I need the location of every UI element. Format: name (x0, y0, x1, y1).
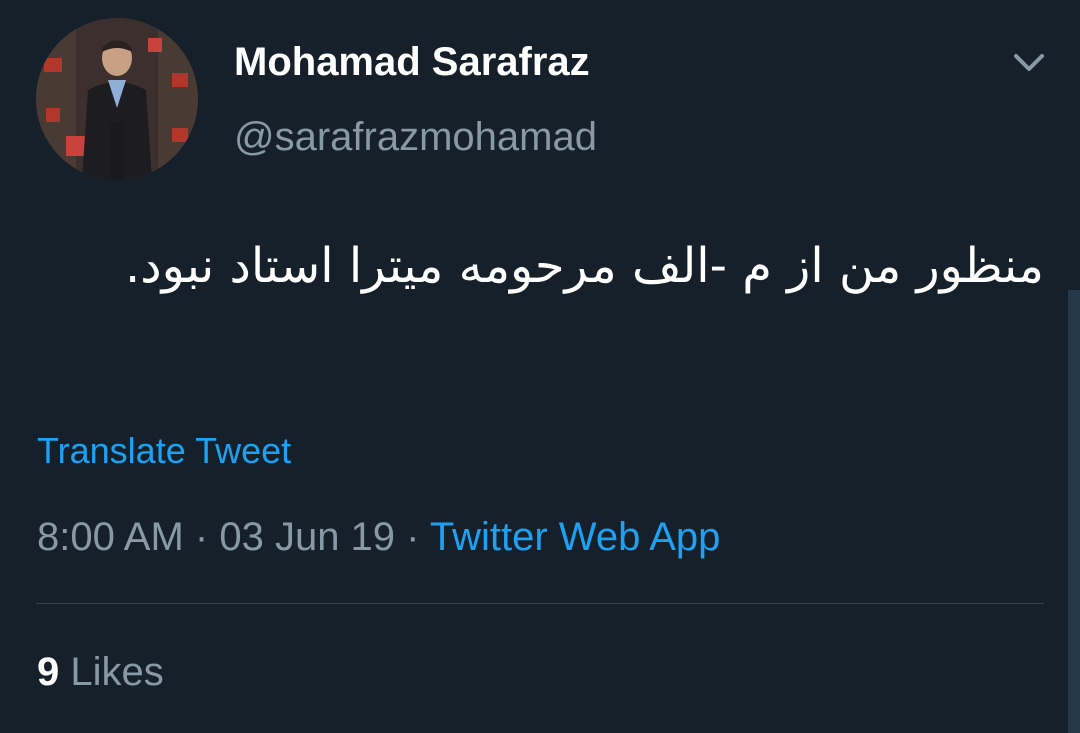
tweet-detail: Mohamad Sarafraz @sarafrazmohamad منظور … (0, 0, 1080, 733)
avatar[interactable] (36, 18, 198, 180)
tweet-text: منظور من از م -الف مرحومه میترا استاد نب… (125, 238, 1044, 294)
avatar-image (36, 18, 198, 180)
likes-count: 9 (37, 650, 60, 694)
meta-separator: · (194, 515, 209, 559)
meta-separator: · (406, 515, 420, 559)
scrollbar[interactable] (1068, 290, 1080, 733)
author-handle[interactable]: @sarafrazmohamad (234, 115, 597, 160)
tweet-source-link[interactable]: Twitter Web App (430, 515, 721, 559)
likes-label: Likes (70, 650, 164, 694)
author-display-name[interactable]: Mohamad Sarafraz (234, 40, 590, 85)
divider (36, 603, 1044, 604)
likes-stat[interactable]: 9 Likes (37, 650, 164, 695)
tweet-meta: 8:00 AM · 03 Jun 19 · Twitter Web App (37, 515, 720, 560)
translate-tweet-link[interactable]: Translate Tweet (37, 430, 291, 472)
chevron-down-icon[interactable] (1008, 46, 1050, 78)
tweet-date: 03 Jun 19 (219, 515, 396, 559)
tweet-time: 8:00 AM (37, 515, 184, 559)
